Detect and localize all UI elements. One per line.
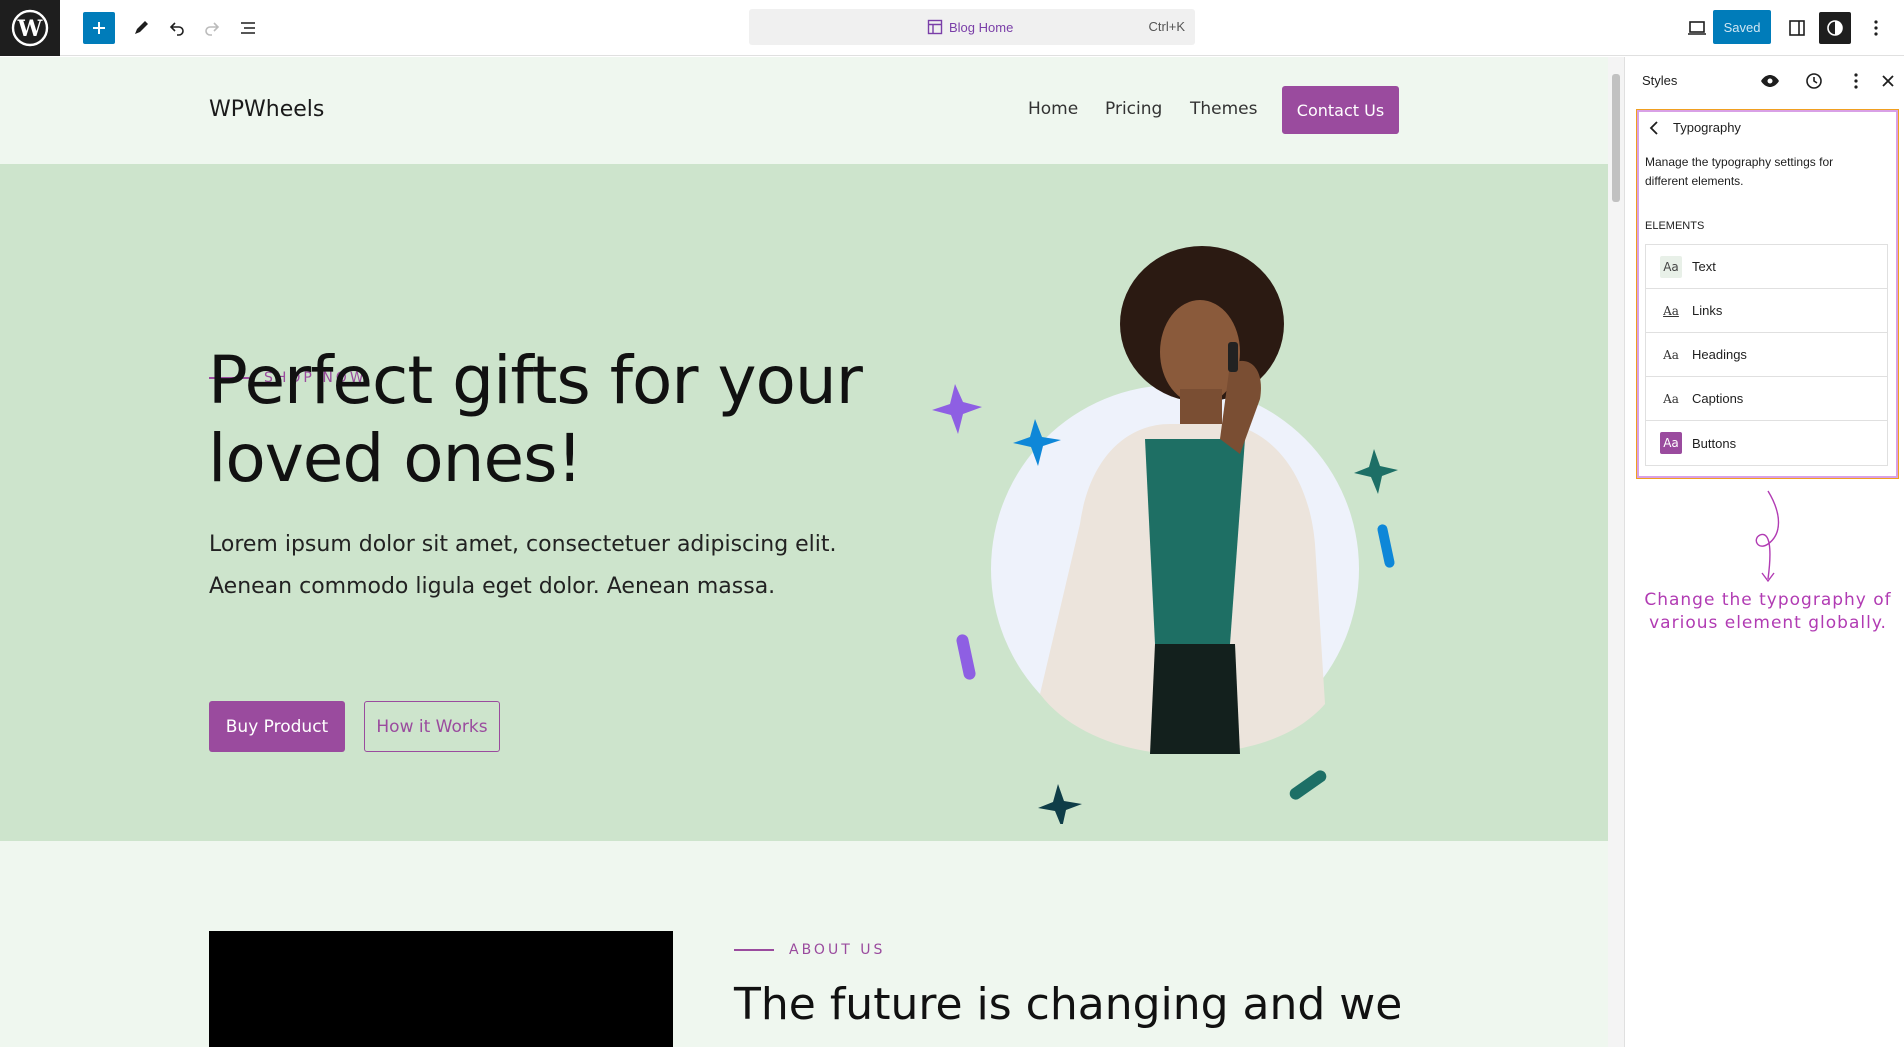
contact-us-button[interactable]: Contact Us [1282, 86, 1399, 134]
view-desktop-button[interactable] [1681, 12, 1713, 44]
back-chevron-icon[interactable] [1649, 120, 1659, 135]
options-menu-button[interactable] [1860, 12, 1892, 44]
close-icon[interactable] [1876, 69, 1900, 93]
element-label: Captions [1692, 391, 1744, 406]
editor-toolbar: W Blog Home Ctrl+K Saved [0, 0, 1904, 56]
buttons-typography-icon: Aa [1660, 432, 1682, 454]
buy-product-button[interactable]: Buy Product [209, 701, 345, 752]
element-label: Buttons [1692, 435, 1737, 451]
wordpress-logo-icon[interactable]: W [0, 0, 60, 56]
panel-title: Typography [1673, 120, 1741, 135]
settings-toggle-button[interactable] [1781, 12, 1813, 44]
hero-section: SHOP NOW Perfect gifts for your loved on… [0, 164, 1608, 841]
hero-heading: Perfect gifts for your loved ones! [208, 342, 863, 497]
curly-arrow-icon [1755, 490, 1780, 583]
document-title-label: Blog Home [949, 19, 1014, 35]
eyebrow-line [734, 949, 774, 951]
site-title[interactable]: WPWheels [209, 97, 324, 122]
star-purple [932, 384, 982, 434]
saved-button[interactable]: Saved [1713, 10, 1771, 44]
sidebar-title: Styles [1642, 73, 1678, 88]
dash-teal [1289, 770, 1327, 800]
template-icon [927, 19, 943, 35]
add-block-button[interactable] [83, 12, 115, 44]
redo-button[interactable] [196, 12, 228, 44]
scrollbar-thumb[interactable] [1612, 74, 1620, 202]
dash-blue [1377, 524, 1395, 568]
document-title[interactable]: Blog Home [927, 19, 1013, 35]
typography-panel: Typography Manage the typography setting… [1636, 109, 1899, 479]
revisions-history-icon[interactable] [1802, 69, 1826, 93]
about-eyebrow-label: ABOUT US [789, 942, 886, 958]
about-eyebrow: ABOUT US [734, 942, 885, 958]
element-item-buttons[interactable]: Aa Buttons [1646, 421, 1887, 465]
star-dark [1038, 784, 1082, 824]
headings-typography-icon: Aa [1663, 347, 1679, 362]
captions-typography-icon: Aa [1663, 391, 1679, 406]
element-label: Text [1692, 259, 1716, 274]
dash-purple [956, 634, 976, 680]
document-overview-button[interactable] [232, 12, 264, 44]
about-heading: The future is changing and we [734, 979, 1403, 1030]
styles-contrast-button[interactable] [1819, 12, 1851, 44]
styles-sidebar: Styles Typography Manage the typography … [1624, 57, 1904, 1047]
element-item-links[interactable]: Aa Links [1646, 289, 1887, 333]
about-image[interactable] [209, 931, 673, 1047]
element-label: Headings [1692, 347, 1747, 362]
annotation-text: Change the typography of various element… [1644, 590, 1892, 633]
element-label: Links [1692, 303, 1723, 318]
skirt-shape [1150, 644, 1240, 754]
panel-header: Typography [1649, 120, 1741, 135]
undo-button[interactable] [161, 12, 193, 44]
element-item-text[interactable]: Aa Text [1646, 245, 1887, 289]
how-it-works-button[interactable]: How it Works [364, 701, 500, 752]
phone-shape [1228, 342, 1238, 372]
style-book-eye-icon[interactable] [1758, 69, 1782, 93]
canvas-scrollbar[interactable] [1608, 57, 1624, 1047]
edit-tools-button[interactable] [125, 12, 157, 44]
elements-list: Aa Text Aa Links Aa Headings Aa Captions… [1645, 244, 1888, 466]
site-header: WPWheels Home Pricing Themes Contact Us [0, 57, 1608, 164]
text-typography-icon: Aa [1660, 255, 1682, 278]
top-shape [1145, 439, 1245, 644]
hero-illustration [932, 246, 1398, 824]
nav-themes[interactable]: Themes [1190, 99, 1258, 119]
nav-pricing[interactable]: Pricing [1105, 99, 1162, 119]
svg-text:W: W [17, 16, 43, 42]
element-item-captions[interactable]: Aa Captions [1646, 377, 1887, 421]
star-teal [1354, 449, 1398, 494]
editor-canvas[interactable]: WPWheels Home Pricing Themes Contact Us … [0, 57, 1608, 1047]
command-bar[interactable]: Blog Home Ctrl+K [749, 9, 1195, 45]
nav-home[interactable]: Home [1028, 99, 1078, 119]
elements-label: ELEMENTS [1645, 220, 1705, 232]
element-item-headings[interactable]: Aa Headings [1646, 333, 1887, 377]
sidebar-header: Styles [1625, 57, 1904, 107]
panel-description: Manage the typography settings for diffe… [1645, 155, 1834, 188]
shortcut-hint: Ctrl+K [1148, 19, 1185, 34]
links-typography-icon: Aa [1663, 303, 1679, 318]
hero-text: Lorem ipsum dolor sit amet, consectetuer… [209, 532, 837, 599]
more-options-icon[interactable] [1844, 69, 1868, 93]
